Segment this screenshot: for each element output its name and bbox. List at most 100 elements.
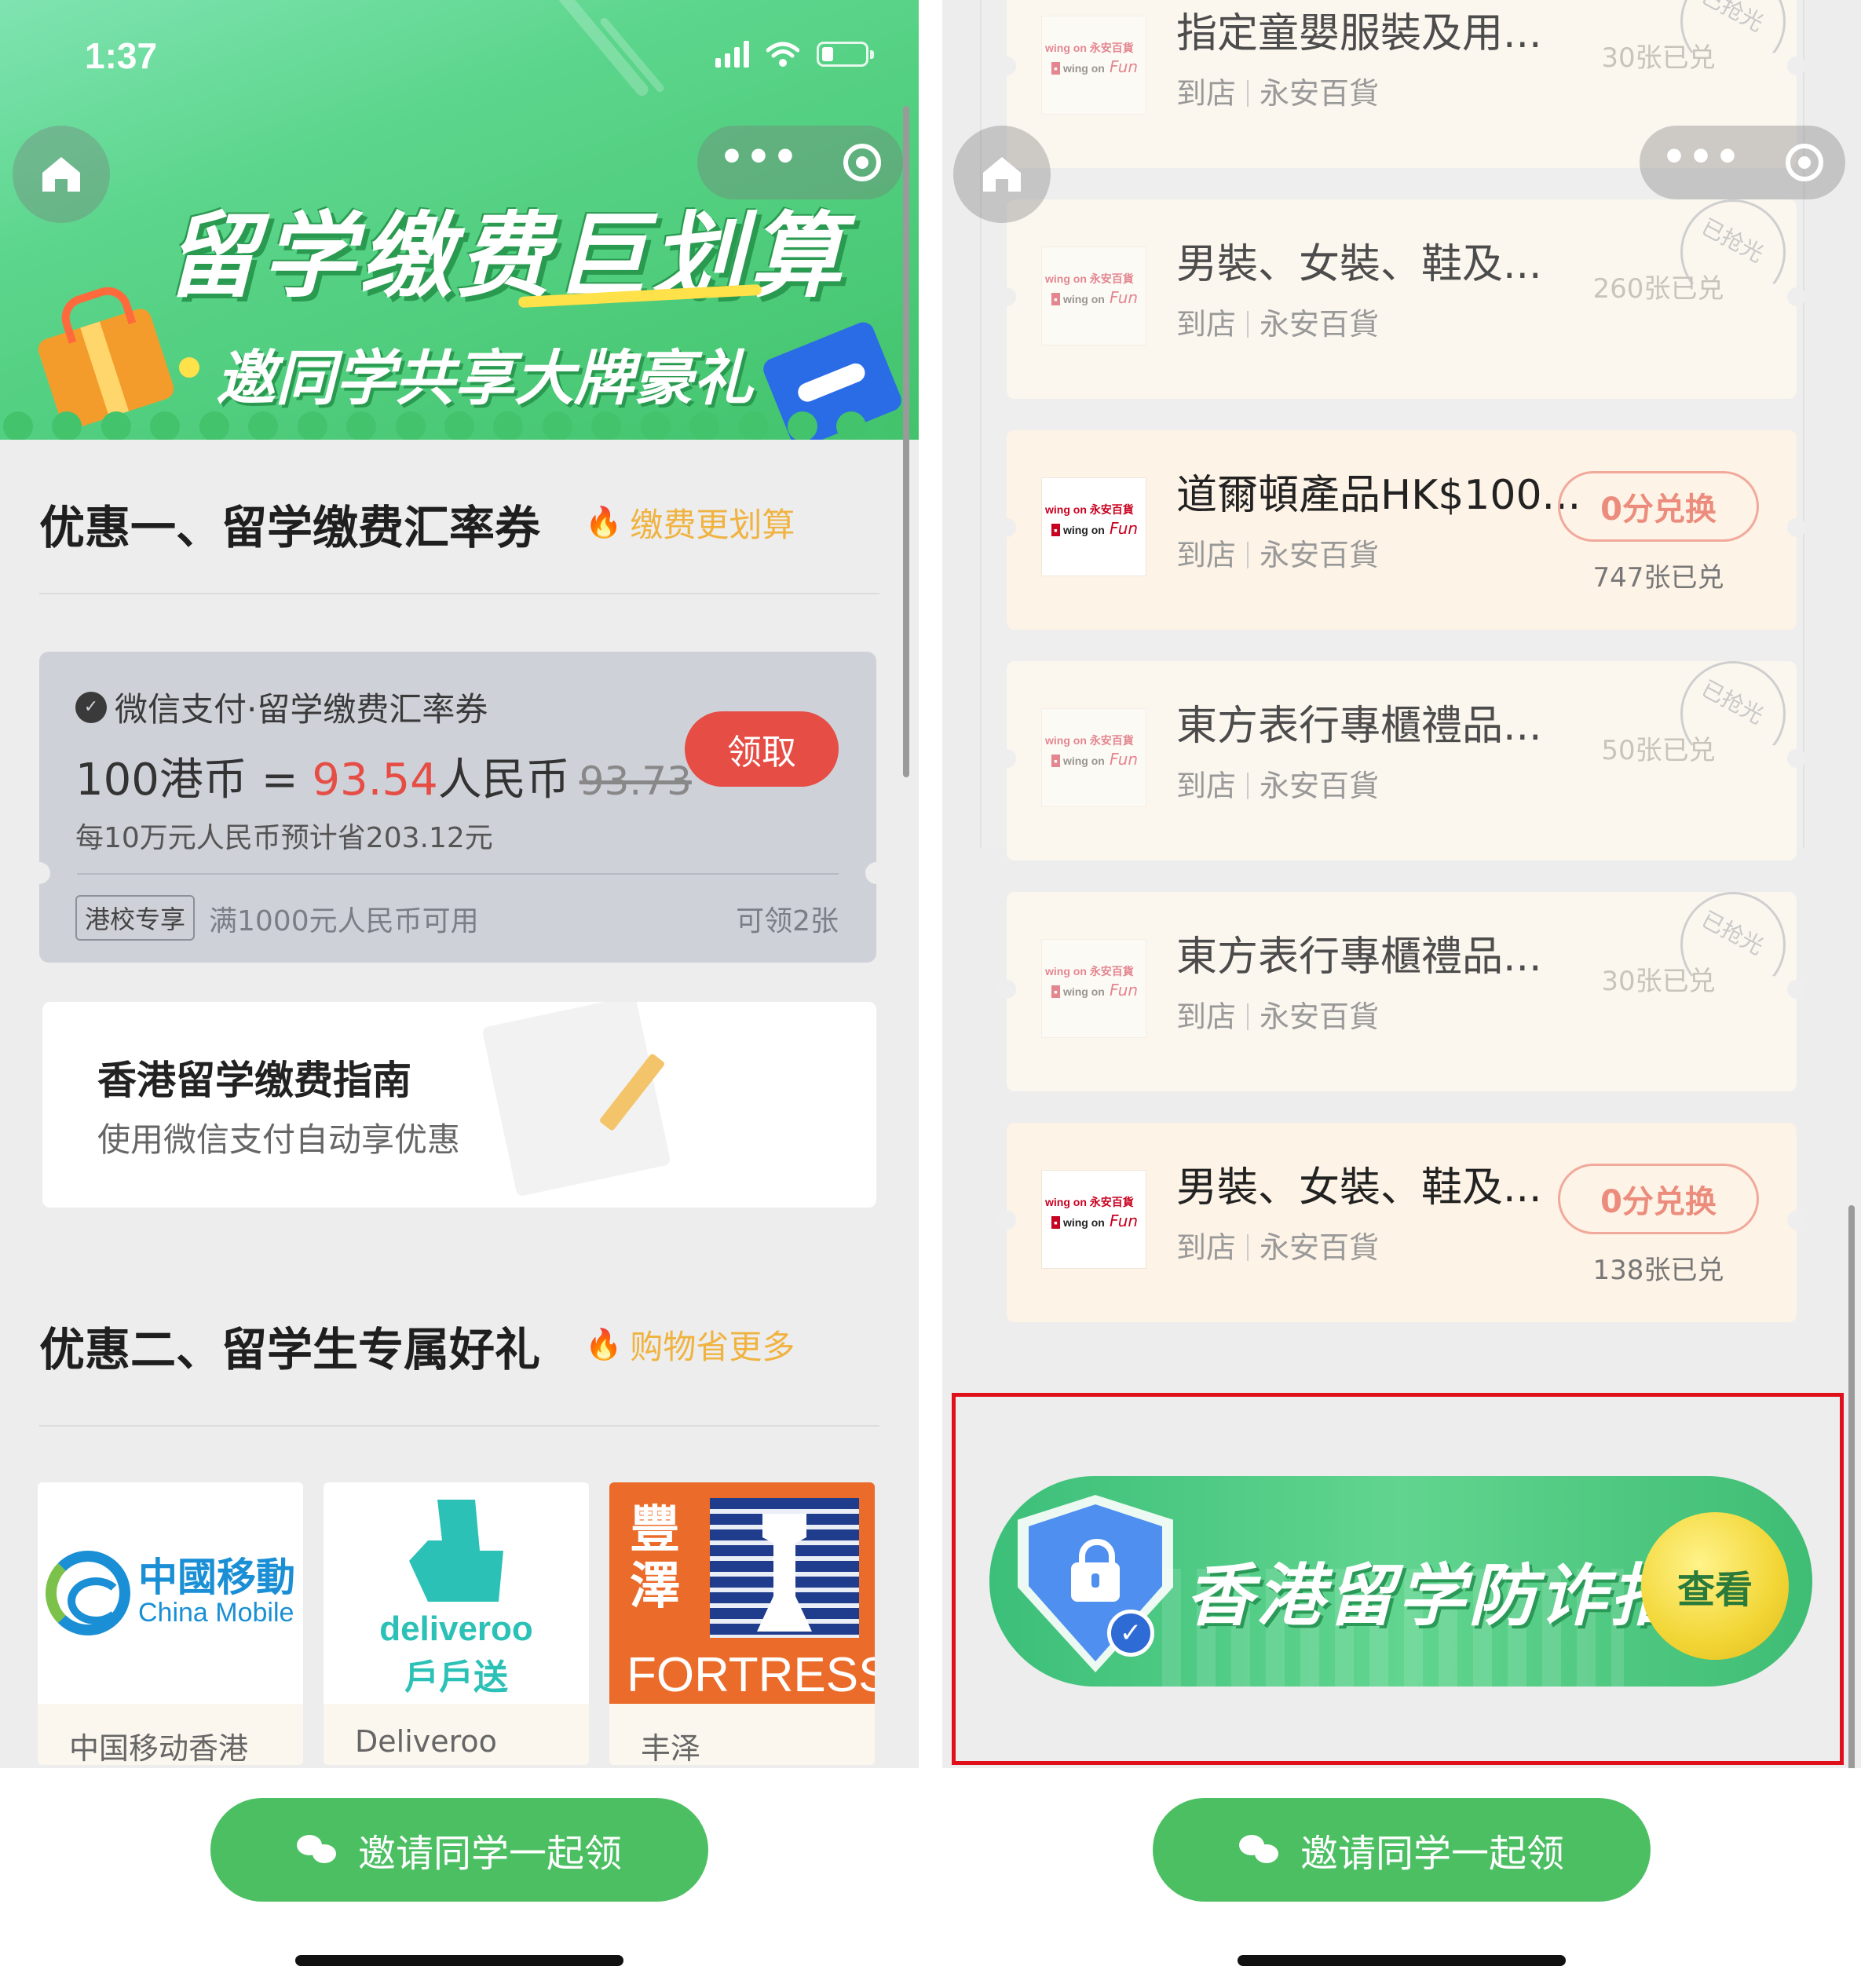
promo-banner: 1:37 ••• 留学缴费巨划算 邀同学共享大牌豪礼 [0, 0, 919, 440]
view-button[interactable]: 查看 [1641, 1512, 1789, 1660]
china-mobile-cn: 中國移動 [138, 1554, 295, 1600]
deliveroo-logo: deliveroo 戶戶送 [324, 1482, 589, 1704]
product-store: 永安百貨 [1260, 76, 1380, 111]
divider [39, 1425, 879, 1427]
scrollbar[interactable] [903, 106, 909, 777]
redeemed-count: 138张已兑 [1592, 1255, 1724, 1286]
exchange-coupon: ✓ 微信支付·留学缴费汇率券 100港币 = 93.54人民币 93.73 每10… [28, 652, 887, 963]
redeem-button[interactable]: 0分兑换 [1558, 471, 1759, 542]
product-card[interactable]: wing on 永安百貨 ▪ wing on Fun 東方表行專櫃禮品... 到店 永安百貨… [997, 661, 1806, 861]
product-card[interactable]: wing on 永安百貨 ▪ wing on Fun 男裝、女裝、鞋及... 到店 永安百貨… [997, 1123, 1806, 1322]
wing-on-logo: wing on 永安百貨 ▪ wing on Fun [1041, 708, 1146, 807]
banner-subtitle: 邀同学共享大牌豪礼 [216, 343, 753, 413]
claim-button[interactable]: 领取 [685, 711, 839, 787]
more-icon[interactable]: ••• [719, 134, 799, 180]
signal-icon [715, 41, 749, 68]
product-name: 男裝、女裝、鞋及... [1176, 1164, 1542, 1211]
redeemed-count: 30张已兑 [1601, 42, 1716, 74]
product-name: 男裝、女裝、鞋及... [1176, 241, 1542, 288]
home-button[interactable] [953, 126, 1051, 223]
product-type: 到店 [1176, 1230, 1237, 1265]
anti-fraud-banner[interactable]: ✓ 香港留学防诈指南 查看 [989, 1476, 1812, 1687]
invite-label: 邀请同学一起领 [357, 1832, 622, 1876]
scrollbar[interactable] [1848, 1205, 1855, 1849]
left-screen: 1:37 ••• 留学缴费巨划算 邀同学共享大牌豪礼 优惠一、留学缴费汇率券 🔥… [0, 0, 919, 1988]
wifi-icon [766, 42, 799, 67]
wing-on-logo-script: Fun [1110, 1211, 1139, 1230]
wing-on-logo-line1: wing on 永安百貨 [1045, 503, 1134, 516]
product-card[interactable]: wing on 永安百貨 ▪ wing on Fun 東方表行專櫃禮品... 到店 永安百貨… [997, 892, 1806, 1091]
coupon-limit: 可领2张 [736, 905, 839, 937]
card-notch [1787, 518, 1806, 537]
guide-title: 香港留学缴费指南 [97, 1058, 411, 1103]
redeem-button[interactable]: 0分兑换 [1558, 1164, 1759, 1234]
kangaroo-icon [409, 1500, 503, 1602]
rate-value: 93.54 [312, 755, 438, 806]
wing-on-logo-line2: ▪ wing on [1051, 755, 1105, 767]
brand-name: Deliveroo [324, 1704, 589, 1765]
card-notch [1787, 1211, 1806, 1230]
product-type: 到店 [1176, 76, 1237, 111]
target-icon[interactable] [1785, 144, 1823, 181]
home-indicator [295, 1955, 623, 1966]
china-mobile-en: China Mobile [138, 1597, 294, 1628]
invite-button[interactable]: 邀请同学一起领 [1153, 1798, 1651, 1902]
flame-icon: 🔥 [585, 505, 623, 539]
product-card[interactable]: wing on 永安百貨 ▪ wing on Fun 男裝、女裝、鞋及... 到店 永安百貨… [997, 199, 1806, 399]
china-mobile-swirl-icon [46, 1551, 130, 1635]
brand-card-deliveroo[interactable]: deliveroo 戶戶送 Deliveroo [324, 1482, 589, 1765]
lock-icon [1071, 1539, 1120, 1602]
product-store: 永安百貨 [1260, 999, 1380, 1034]
brand-card-fortress[interactable]: 豐 澤 FORTRESS 丰泽 [609, 1482, 875, 1765]
more-icon[interactable]: ••• [1662, 134, 1742, 180]
fortress-cn: 豐 澤 [630, 1501, 680, 1615]
product-meta: 到店 永安百貨 [1176, 531, 1379, 574]
product-name: 東方表行專櫃禮品... [1176, 934, 1542, 981]
coupon-title-text: 微信支付·留学缴费汇率券 [115, 690, 488, 729]
home-button[interactable] [13, 126, 110, 223]
payment-guide-card[interactable]: 香港留学缴费指南 使用微信支付自动享优惠 [42, 1002, 876, 1208]
product-type: 到店 [1176, 769, 1237, 803]
battery-icon [817, 42, 874, 67]
target-icon[interactable] [843, 144, 881, 181]
invite-button[interactable]: 邀请同学一起领 [210, 1798, 708, 1902]
wing-on-logo-script: Fun [1110, 519, 1139, 538]
banner-decoration [555, 0, 651, 99]
redeemed-count: 50张已兑 [1601, 735, 1716, 766]
home-icon [42, 157, 80, 192]
brand-grid: 中國移動 China Mobile 中国移动香港 deliveroo 戶戶送 D… [38, 1482, 878, 1765]
coupon-condition: 满1000元人民币可用 [209, 905, 479, 937]
product-type: 到店 [1176, 999, 1237, 1034]
product-name: 道爾頓產品HK$100... [1176, 472, 1581, 519]
brand-card-china-mobile[interactable]: 中國移動 China Mobile 中国移动香港 [38, 1482, 303, 1765]
wing-on-logo-line2: ▪ wing on [1051, 524, 1105, 536]
wing-on-logo-line2: ▪ wing on [1051, 293, 1105, 305]
wing-on-logo-script: Fun [1110, 57, 1139, 76]
wechat-pay-icon: ✓ [75, 691, 107, 723]
coupon-notch [865, 862, 887, 884]
redeemed-count: 747张已兑 [1592, 562, 1724, 594]
product-store: 永安百貨 [1260, 307, 1380, 342]
home-indicator [1238, 1955, 1566, 1966]
card-notch [1787, 980, 1806, 999]
rate-prefix: 100港币 = [75, 755, 313, 806]
product-type: 到店 [1176, 307, 1237, 342]
meta-separator [1247, 311, 1249, 338]
product-card[interactable]: wing on 永安百貨 ▪ wing on Fun 道爾頓產品HK$100... 到店永… [997, 430, 1806, 630]
card-notch [997, 980, 1016, 999]
document-icon [481, 1002, 671, 1197]
section2-tag-label: 购物省更多 [630, 1328, 795, 1366]
redeemed-count: 30张已兑 [1601, 966, 1716, 997]
banner-dot [179, 357, 199, 378]
wing-on-logo: wing on 永安百貨 ▪ wing on Fun [1041, 16, 1146, 115]
meta-separator [1247, 542, 1249, 568]
wing-on-logo-line2: ▪ wing on [1051, 985, 1105, 998]
wing-on-logo-line1: wing on 永安百貨 [1045, 1196, 1134, 1208]
fortress-cn-1: 豐 [630, 1501, 680, 1559]
status-icons [715, 41, 874, 68]
card-notch [1787, 749, 1806, 768]
rate-old: 93.73 [579, 758, 692, 804]
section1-tag: 🔥 缴费更划算 [585, 499, 795, 546]
wing-on-logo-line1: wing on 永安百貨 [1045, 734, 1134, 747]
product-type: 到店 [1176, 538, 1237, 572]
